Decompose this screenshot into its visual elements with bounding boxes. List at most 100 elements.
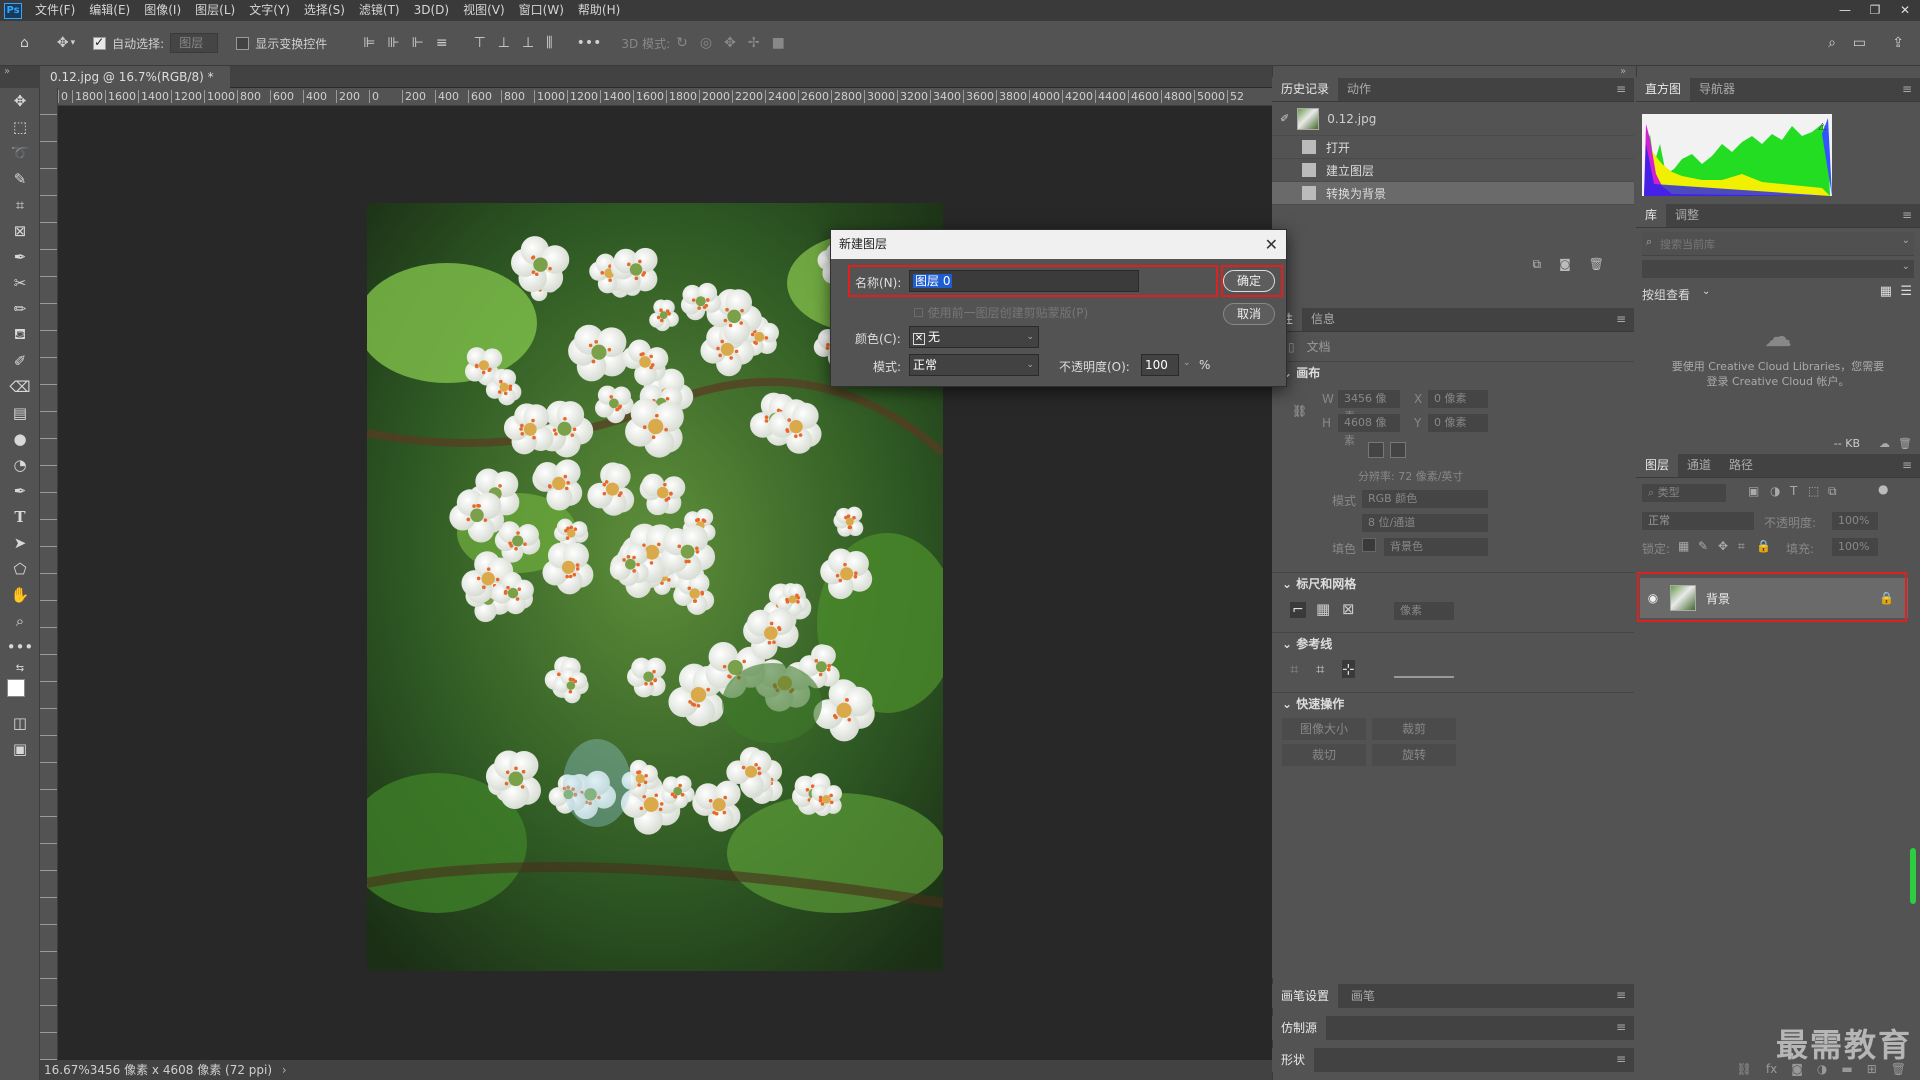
stamp-tool-icon[interactable]: ⛾: [0, 322, 40, 348]
roll-icon[interactable]: ◎: [700, 35, 712, 51]
tab-history[interactable]: 历史记录: [1272, 77, 1339, 101]
library-search[interactable]: ⌕ 搜索当前库 ⌄: [1642, 232, 1914, 256]
smart-guides-icon[interactable]: ⊹: [1342, 660, 1355, 678]
snapshot-camera-icon[interactable]: ◙: [1559, 257, 1571, 272]
warning-icon[interactable]: ⚠: [1818, 122, 1827, 133]
pen-tool-icon[interactable]: ✒: [0, 478, 40, 504]
menu-3d[interactable]: 3D(D): [407, 0, 456, 21]
distribute-icon[interactable]: ≡: [436, 35, 448, 51]
menu-type[interactable]: 文字(Y): [242, 0, 297, 21]
menu-layer[interactable]: 图层(L): [188, 0, 242, 21]
history-brush-source-icon[interactable]: ✐: [1280, 112, 1289, 125]
panel-menu-icon[interactable]: ≡: [1902, 458, 1912, 472]
frame-tool-icon[interactable]: ⊠: [0, 218, 40, 244]
chevron-down-icon[interactable]: ⌄: [1702, 286, 1710, 297]
width-field[interactable]: 3456 像素: [1338, 390, 1400, 423]
show-transform-checkbox[interactable]: [236, 36, 255, 50]
color-select[interactable]: ✕ 无 ⌄: [909, 326, 1039, 348]
align-middle-icon[interactable]: ⊥: [498, 35, 510, 51]
portrait-icon[interactable]: [1368, 442, 1384, 458]
menu-help[interactable]: 帮助(H): [571, 0, 627, 21]
swap-colors-icon[interactable]: ⇆: [0, 660, 40, 676]
close-window-button[interactable]: ✕: [1890, 0, 1920, 21]
landscape-icon[interactable]: [1390, 442, 1406, 458]
new-document-from-state-icon[interactable]: ⧉: [1533, 257, 1542, 272]
opacity-dropdown-icon[interactable]: ⌄: [1183, 358, 1191, 368]
align-top-icon[interactable]: ⊤: [474, 35, 486, 51]
quick-select-tool-icon[interactable]: ✎: [0, 166, 40, 192]
menu-view[interactable]: 视图(V): [456, 0, 512, 21]
quick-mask-icon[interactable]: ◫: [0, 710, 40, 736]
panel-menu-icon[interactable]: ≡: [1616, 312, 1626, 326]
fill-swatch[interactable]: [1362, 538, 1376, 552]
filter-type-icon[interactable]: T: [1790, 484, 1797, 498]
link-icon[interactable]: ⛓: [1292, 404, 1307, 418]
cloud-sync-icon[interactable]: ☁: [1879, 437, 1890, 450]
marquee-tool-icon[interactable]: ⬚: [0, 114, 40, 140]
library-select[interactable]: ⌄: [1642, 260, 1914, 278]
menu-filter[interactable]: 滤镜(T): [352, 0, 407, 21]
camera-3d-icon[interactable]: ■: [772, 35, 785, 51]
grid-icon[interactable]: ▦: [1316, 600, 1330, 618]
color-swatches[interactable]: [0, 676, 40, 710]
crop-button[interactable]: 裁剪: [1372, 718, 1456, 740]
tab-histogram[interactable]: 直方图: [1636, 77, 1691, 101]
mode-select[interactable]: 正常 ⌄: [909, 354, 1039, 376]
guide-line-style[interactable]: [1394, 664, 1454, 678]
list-view-icon[interactable]: ☰: [1900, 284, 1912, 299]
opacity-field[interactable]: 100%: [1832, 512, 1878, 530]
trash-icon[interactable]: 🗑: [1898, 437, 1912, 450]
eyedropper-tool-icon[interactable]: ✒: [0, 244, 40, 270]
trim-button[interactable]: 裁切: [1282, 744, 1366, 766]
dock-collapse-icon[interactable]: »: [1620, 66, 1634, 78]
type-tool-icon[interactable]: T: [0, 504, 40, 530]
bit-depth-select[interactable]: 8 位/通道: [1362, 514, 1488, 532]
brush-tool-icon[interactable]: ✏: [0, 296, 40, 322]
auto-select-target[interactable]: 图层: [170, 33, 219, 53]
filter-shape-icon[interactable]: ⬚: [1808, 484, 1819, 498]
home-icon[interactable]: ⌂: [20, 35, 29, 51]
close-icon[interactable]: ✕: [1265, 230, 1278, 259]
orbit-icon[interactable]: ↻: [676, 35, 688, 51]
group-view-select[interactable]: 按组查看: [1642, 286, 1690, 303]
hand-tool-icon[interactable]: ✋: [0, 582, 40, 608]
rotate-button[interactable]: 旋转: [1372, 744, 1456, 766]
history-snapshot[interactable]: ✐ 0.12.jpg: [1272, 102, 1634, 136]
tab-channels[interactable]: 通道: [1678, 453, 1720, 477]
tab-clone-source[interactable]: 仿制源: [1272, 1016, 1327, 1040]
auto-select-checkbox[interactable]: [93, 35, 112, 50]
zoom-tool-icon[interactable]: ⌕: [0, 608, 40, 634]
path-select-icon[interactable]: ➤: [0, 530, 40, 556]
filter-adjustment-icon[interactable]: ◑: [1770, 484, 1780, 498]
align-left-icon[interactable]: ⊫: [363, 35, 375, 51]
quick-actions-header[interactable]: ⌄ 快速操作: [1272, 692, 1634, 714]
panel-menu-icon[interactable]: ≡: [1902, 208, 1912, 222]
lock-all-icon[interactable]: 🔒: [1756, 539, 1771, 553]
screen-mode-icon[interactable]: ▣: [0, 736, 40, 762]
tab-paths[interactable]: 路径: [1720, 453, 1762, 477]
link-layers-icon[interactable]: ⛓: [1737, 1062, 1752, 1076]
rulers-section-header[interactable]: ⌄ 标尺和网格: [1272, 572, 1634, 594]
lock-position-icon[interactable]: ✥: [1718, 539, 1728, 553]
more-options-icon[interactable]: •••: [577, 35, 602, 51]
blur-tool-icon[interactable]: ●: [0, 426, 40, 452]
canvas-section-header[interactable]: ⌄ 画布: [1272, 362, 1634, 384]
opacity-input[interactable]: 100: [1141, 354, 1179, 376]
panel-menu-icon[interactable]: ≡: [1616, 1020, 1626, 1034]
move-tool-icon[interactable]: ✥: [57, 35, 69, 51]
lasso-tool-icon[interactable]: ➰: [0, 140, 40, 166]
grid-view-icon[interactable]: ▦: [1880, 284, 1892, 299]
chevron-down-icon[interactable]: ▾: [71, 38, 76, 48]
menu-window[interactable]: 窗口(W): [512, 0, 571, 21]
eraser-tool-icon[interactable]: ⌫: [0, 374, 40, 400]
align-center-icon[interactable]: ⊪: [387, 35, 399, 51]
history-item-convert-background[interactable]: 转换为背景: [1272, 182, 1634, 205]
lock-transparent-icon[interactable]: ▦: [1678, 539, 1689, 553]
document-tab[interactable]: 0.12.jpg @ 16.7%(RGB/8) * ×: [40, 66, 230, 106]
vertical-ruler[interactable]: [40, 88, 58, 1060]
workspace-icon[interactable]: ▭: [1853, 35, 1866, 51]
tab-info[interactable]: 信息: [1302, 307, 1344, 331]
height-field[interactable]: 4608 像素: [1338, 414, 1400, 447]
filter-toggle-icon[interactable]: ●: [1878, 482, 1888, 496]
restore-button[interactable]: ❐: [1860, 0, 1890, 21]
